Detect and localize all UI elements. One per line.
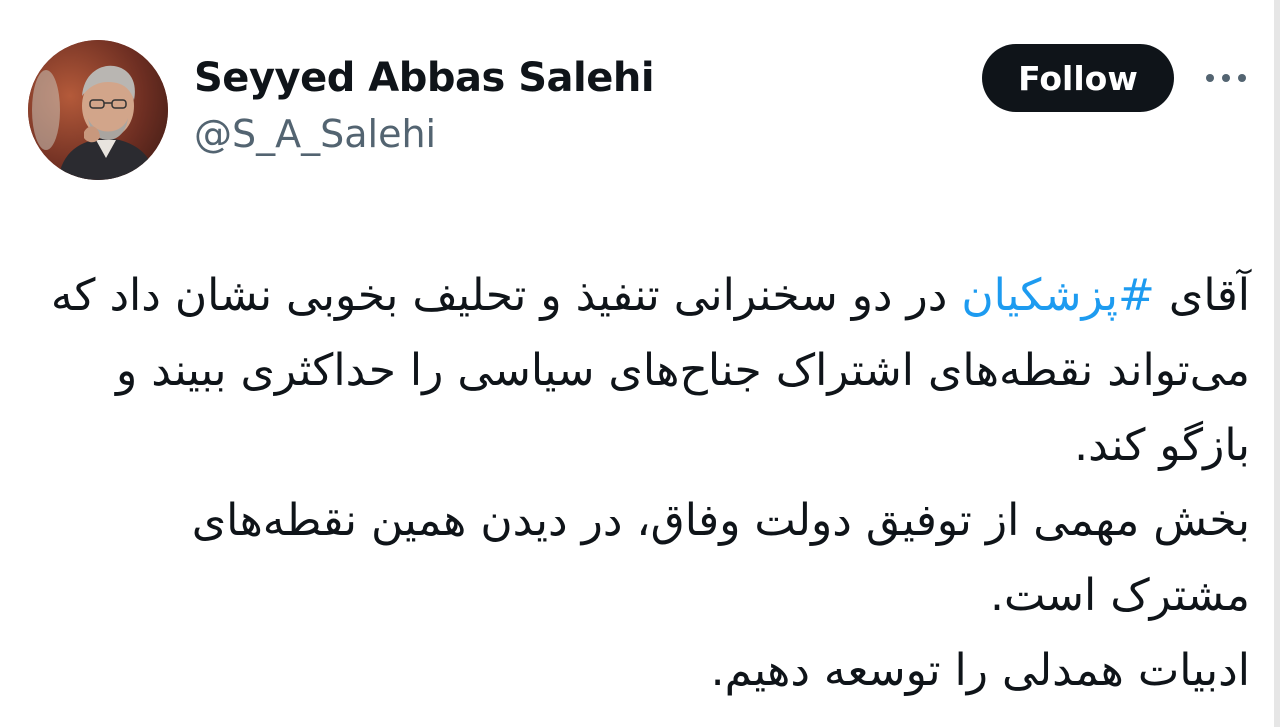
- follow-button[interactable]: Follow: [982, 44, 1174, 112]
- author-handle[interactable]: @S_A_Salehi: [194, 110, 654, 158]
- more-options-button[interactable]: [1200, 60, 1252, 96]
- avatar[interactable]: [28, 40, 168, 180]
- user-block: Seyyed Abbas Salehi @S_A_Salehi: [194, 52, 655, 158]
- tweet-paragraph-3: ادبیات همدلی را توسعه دهیم.: [710, 645, 1250, 696]
- tweet-card: Seyyed Abbas Salehi @S_A_Salehi Follow آ…: [0, 0, 1280, 727]
- tweet-paragraph-1: آقای #پزشکیان در دو سخنرانی تنفیذ و تحلی…: [50, 258, 1250, 483]
- more-horizontal-icon: [1206, 74, 1246, 82]
- author-display-name[interactable]: Seyyed Abbas Salehi: [194, 52, 655, 104]
- right-edge-divider: [1274, 0, 1280, 727]
- tweet-paragraph-2: بخش مهمی از توفیق دولت وفاق، در دیدن همی…: [191, 495, 1250, 621]
- tweet-text: آقای #پزشکیان در دو سخنرانی تنفیذ و تحلی…: [50, 258, 1250, 708]
- hashtag-link[interactable]: #پزشکیان: [961, 270, 1155, 321]
- tweet-text-segment: آقای: [1154, 270, 1250, 321]
- profile-photo-icon: [28, 40, 168, 180]
